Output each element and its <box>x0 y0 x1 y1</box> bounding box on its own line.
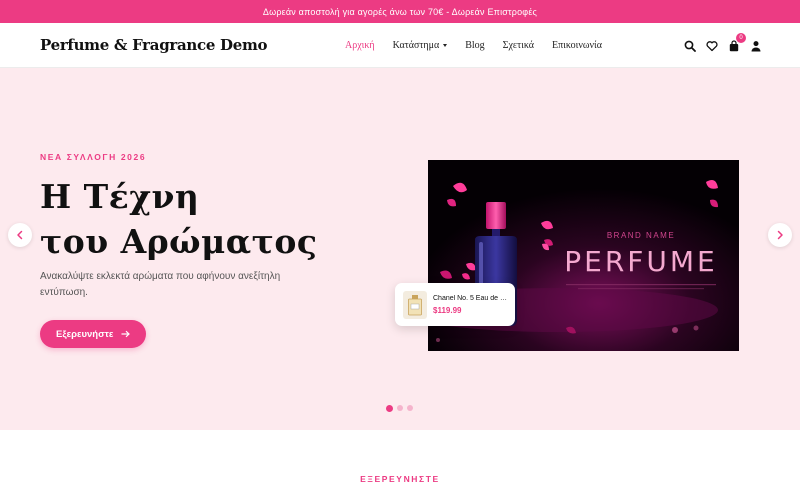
slider-dots <box>386 404 413 412</box>
nav-blog[interactable]: Blog <box>465 40 484 51</box>
slider-dot-1[interactable] <box>386 404 393 412</box>
chevron-right-icon <box>777 230 783 240</box>
product-card[interactable]: Chanel No. 5 Eau de Pa... $119.99 <box>395 283 515 326</box>
hero-title: Η Τέχνη του Αρώματος <box>40 174 317 264</box>
product-thumbnail <box>403 290 427 319</box>
nav-shop[interactable]: Κατάστημα <box>393 40 448 51</box>
nav-about-label: Σχετικά <box>502 40 535 51</box>
slider-prev-button[interactable] <box>8 223 32 247</box>
hero-slider: ΝΕΑ ΣΥΛΛΟΓΗ 2026 Η Τέχνη του Αρώματος Αν… <box>0 68 800 430</box>
nav-home-label: Αρχική <box>345 40 375 51</box>
cart-count-badge: 0 <box>736 32 746 43</box>
announcement-bar: Δωρεάν αποστολή για αγορές άνω των 70€ -… <box>0 0 800 23</box>
cart-button[interactable]: 0 <box>728 32 746 52</box>
slider-dot-2[interactable] <box>397 405 403 411</box>
user-icon[interactable] <box>750 40 762 52</box>
hero-title-line2: του Αρώματος <box>40 222 318 261</box>
perfume-bottle-icon <box>408 294 422 315</box>
nav-contact-label: Επικοινωνία <box>552 40 602 51</box>
arrow-right-icon <box>121 330 131 338</box>
product-name: Chanel No. 5 Eau de Pa... <box>433 294 507 302</box>
nav-contact[interactable]: Επικοινωνία <box>552 40 602 51</box>
hero-subtitle: Ανακαλύψτε εκλεκτά αρώματα που αφήνουν α… <box>40 271 281 298</box>
chevron-down-icon <box>443 44 448 47</box>
explore-section: ΕΞΕΡΕΥΝΗΣΤΕ <box>0 430 800 500</box>
nav-home[interactable]: Αρχική <box>345 40 375 51</box>
hero-eyebrow: ΝΕΑ ΣΥΛΛΟΓΗ 2026 <box>40 152 147 162</box>
nav-shop-label: Κατάστημα <box>392 40 440 51</box>
explore-button-label: Εξερευνήστε <box>56 328 114 340</box>
header-icons: 0 <box>684 23 762 68</box>
announcement-text: Δωρεάν αποστολή για αγορές άνω των 70€ -… <box>262 6 538 17</box>
product-info: Chanel No. 5 Eau de Pa... $119.99 <box>433 295 507 315</box>
hero-title-line1: Η Τέχνη <box>40 177 200 216</box>
chevron-left-icon <box>17 230 23 240</box>
nav-about[interactable]: Σχετικά <box>503 40 534 51</box>
section-eyebrow: ΕΞΕΡΕΥΝΗΣΤΕ <box>360 474 440 484</box>
banner-perfume-text: PERFUME <box>564 245 717 278</box>
main-nav: Αρχική Κατάστημα Blog Σχετικά Επικοινωνί… <box>345 23 602 68</box>
product-price: $119.99 <box>433 305 462 315</box>
slider-dot-3[interactable] <box>407 405 413 411</box>
site-header: Perfume & Fragrance Demo Αρχική Κατάστημ… <box>0 23 800 68</box>
banner-brand-text: BRAND NAME <box>607 231 675 240</box>
site-logo[interactable]: Perfume & Fragrance Demo <box>40 36 268 54</box>
nav-blog-label: Blog <box>465 40 485 51</box>
heart-icon[interactable] <box>706 40 718 52</box>
search-icon[interactable] <box>684 40 696 52</box>
explore-button[interactable]: Εξερευνήστε <box>40 320 147 348</box>
slider-next-button[interactable] <box>768 223 792 247</box>
